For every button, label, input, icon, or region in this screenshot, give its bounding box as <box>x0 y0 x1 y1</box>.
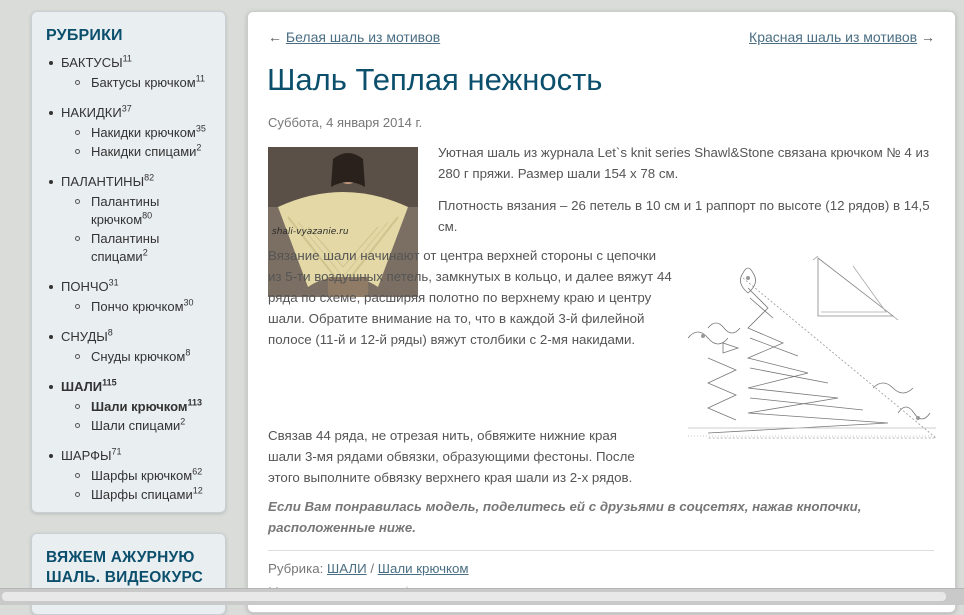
subcategory-link[interactable]: Палантины крючком80 <box>61 193 201 229</box>
post-category-link[interactable]: ШАЛИ <box>327 561 367 576</box>
category-item-palantiny: ПАЛАНТИНЫ82 Палантины крючком80 Палантин… <box>32 173 225 266</box>
category-item-poncho: ПОНЧО31 Пончо крючком30 <box>32 278 225 316</box>
post-date: Суббота, 4 января 2014 г. <box>268 115 423 130</box>
subcategory-link[interactable]: Шарфы спицами12 <box>61 486 225 504</box>
crochet-scheme-image[interactable] <box>687 248 940 453</box>
article-paragraph: Плотность вязания – 26 петель в 10 см и … <box>438 198 930 234</box>
category-item-shali: ШАЛИ115 Шали крючком113 Шали спицами2 <box>32 378 225 435</box>
next-post-link[interactable]: Красная шаль из мотивов <box>749 29 917 45</box>
category-label: Рубрика: <box>268 561 324 576</box>
page-title: Шаль Теплая нежность <box>267 62 603 97</box>
subcategory-link[interactable]: Бактусы крючком11 <box>61 74 225 92</box>
share-call-to-action: Если Вам понравилась модель, поделитесь … <box>268 499 862 535</box>
category-link-snudy[interactable]: СНУДЫ8 <box>61 328 113 344</box>
subcategory-link-active[interactable]: Шали крючком113 <box>61 398 225 416</box>
article-paragraph: Вязание шали начинают от центра верхней … <box>268 248 672 347</box>
arrow-right-icon: → <box>921 29 935 45</box>
subcategory-link[interactable]: Накидки спицами2 <box>61 143 225 161</box>
sidebar-title: РУБРИКИ <box>46 27 123 44</box>
subcategory-link[interactable]: Накидки крючком35 <box>61 124 225 142</box>
subcategory-link[interactable]: Шали спицами2 <box>61 417 225 435</box>
sidebar-rubrics-panel: РУБРИКИ БАКТУСЫ11 Бактусы крючком11 НАКИ… <box>31 11 226 513</box>
category-item-nakidki: НАКИДКИ37 Накидки крючком35 Накидки спиц… <box>32 104 225 161</box>
category-link-poncho[interactable]: ПОНЧО31 <box>61 278 119 294</box>
category-link-palantiny[interactable]: ПАЛАНТИНЫ82 <box>61 173 154 189</box>
category-link-sharfy[interactable]: ШАРФЫ71 <box>61 447 122 463</box>
category-link-shali[interactable]: ШАЛИ115 <box>61 378 117 394</box>
horizontal-scrollbar[interactable] <box>0 588 964 605</box>
arrow-left-icon: ← <box>268 29 282 45</box>
subcategory-link[interactable]: Снуды крючком8 <box>61 348 225 366</box>
subcategory-link[interactable]: Пончо крючком30 <box>61 298 225 316</box>
prev-post-link[interactable]: Белая шаль из мотивов <box>286 29 440 45</box>
crochet-diagram-icon <box>687 255 938 439</box>
post-category-line: Рубрика: ШАЛИ / Шали крючком <box>268 561 469 576</box>
photo-watermark: shali-vyazanie.ru <box>272 227 349 237</box>
category-item-baktusy: БАКТУСЫ11 Бактусы крючком11 <box>32 54 225 92</box>
scrollbar-thumb[interactable] <box>2 592 946 601</box>
subcategory-link[interactable]: Шарфы крючком62 <box>61 467 225 485</box>
article-paragraph: Уютная шаль из журнала Let`s knit series… <box>438 145 930 181</box>
category-item-sharfy: ШАРФЫ71 Шарфы крючком62 Шарфы спицами12 <box>32 447 225 504</box>
article-panel: ← Белая шаль из мотивов Красная шаль из … <box>247 11 956 613</box>
category-list: БАКТУСЫ11 Бактусы крючком11 НАКИДКИ37 На… <box>32 54 225 504</box>
subcategory-link[interactable]: Палантины спицами2 <box>61 230 201 266</box>
category-link-baktusy[interactable]: БАКТУСЫ11 <box>61 54 132 70</box>
divider <box>268 550 934 551</box>
article-paragraph: Связав 44 ряда, не отрезая нить, обвяжит… <box>268 428 635 485</box>
video-course-title: ВЯЖЕМ АЖУРНУЮ ШАЛЬ. ВИДЕОКУРС <box>46 549 203 586</box>
category-separator: / <box>370 561 375 576</box>
post-subcategory-link[interactable]: Шали крючком <box>378 561 469 576</box>
prev-post-nav: ← Белая шаль из мотивов <box>268 29 440 45</box>
category-item-snudy: СНУДЫ8 Снуды крючком8 <box>32 328 225 366</box>
next-post-nav: Красная шаль из мотивов → <box>749 29 935 45</box>
category-link-nakidki[interactable]: НАКИДКИ37 <box>61 104 132 120</box>
